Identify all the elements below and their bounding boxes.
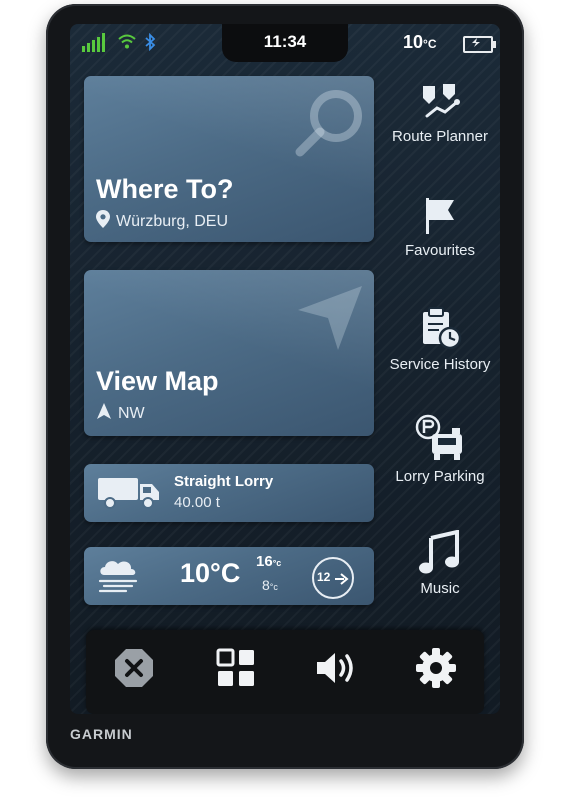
sidebar-item-label: Favourites	[404, 242, 476, 259]
vehicle-profile-tile[interactable]: Straight Lorry 40.00 t	[84, 464, 374, 522]
route-planner-icon	[380, 82, 500, 122]
weather-temperature: 10°C	[180, 558, 241, 588]
current-location: Würzburg, DEU	[96, 210, 228, 233]
vehicle-name: Straight Lorry	[174, 473, 274, 490]
close-icon	[113, 647, 155, 694]
sidebar-item-music[interactable]: Music	[380, 530, 500, 597]
sidebar-item-label: Music	[420, 580, 460, 597]
lorry-parking-icon	[380, 414, 500, 462]
weather-tile[interactable]: 10°C 16°c 8°c 12	[84, 547, 374, 605]
weather-low: 8°c	[262, 577, 278, 593]
settings-gear-icon	[416, 647, 456, 693]
brand-logo: GARMIN	[70, 726, 133, 742]
status-temperature-unit: °C	[423, 37, 437, 51]
sidebar-item-favourites[interactable]: Favourites	[380, 196, 500, 259]
status-icons-left	[82, 30, 156, 58]
sidebar-item-service-history[interactable]: Service History	[380, 306, 500, 373]
fog-cloud-icon	[96, 557, 140, 598]
weather-low-value: 8	[262, 577, 270, 593]
vehicle-weight: 40.00 t	[174, 494, 220, 511]
flag-icon	[380, 196, 500, 236]
heading-label: NW	[118, 404, 145, 422]
sidebar-item-label: Lorry Parking	[395, 468, 485, 485]
sidebar-item-lorry-parking[interactable]: Lorry Parking	[380, 414, 500, 485]
sidebar-item-label: Service History	[389, 356, 491, 373]
search-icon	[292, 86, 366, 165]
sidebar-item-label: Route Planner	[392, 128, 488, 145]
bluetooth-icon	[144, 32, 156, 56]
lorry-icon	[98, 476, 160, 515]
status-temperature-value: 10	[403, 32, 424, 52]
current-location-label: Würzburg, DEU	[116, 212, 229, 230]
location-pin-icon	[96, 210, 110, 233]
volume-button[interactable]	[314, 648, 358, 692]
weather-high-value: 16	[256, 553, 273, 570]
close-button[interactable]	[112, 648, 156, 692]
apps-button[interactable]	[214, 648, 258, 692]
where-to-title: Where To?	[96, 174, 234, 204]
volume-icon	[315, 650, 357, 691]
music-icon	[380, 530, 500, 574]
weather-high: 16°c	[256, 553, 281, 570]
status-temperature: 10°C	[403, 32, 437, 53]
heading-indicator: NW	[96, 403, 145, 424]
wifi-icon	[118, 34, 136, 55]
wind-arrow-icon	[335, 572, 349, 590]
weather-low-unit: °c	[269, 582, 278, 592]
bottom-toolbar	[86, 630, 484, 714]
device-screen: 11:34 10°C Where To? Würzburg, DEU View …	[70, 24, 500, 714]
sidebar-item-route-planner[interactable]: Route Planner	[380, 82, 500, 145]
weather-high-unit: °c	[272, 558, 282, 568]
speed-badge: 12	[312, 557, 354, 599]
apps-grid-icon	[216, 648, 256, 693]
clock-time: 11:34	[263, 32, 307, 51]
battery-charging-icon	[463, 36, 496, 53]
view-map-tile[interactable]: View Map NW	[84, 270, 374, 436]
navigation-arrow-icon	[294, 282, 366, 359]
service-history-icon	[380, 306, 500, 350]
signal-icon	[82, 32, 110, 57]
view-map-title: View Map	[96, 366, 219, 396]
speed-badge-value: 12	[317, 570, 331, 584]
settings-button[interactable]	[414, 647, 458, 693]
where-to-tile[interactable]: Where To? Würzburg, DEU	[84, 76, 374, 242]
heading-arrow-icon	[96, 403, 112, 424]
